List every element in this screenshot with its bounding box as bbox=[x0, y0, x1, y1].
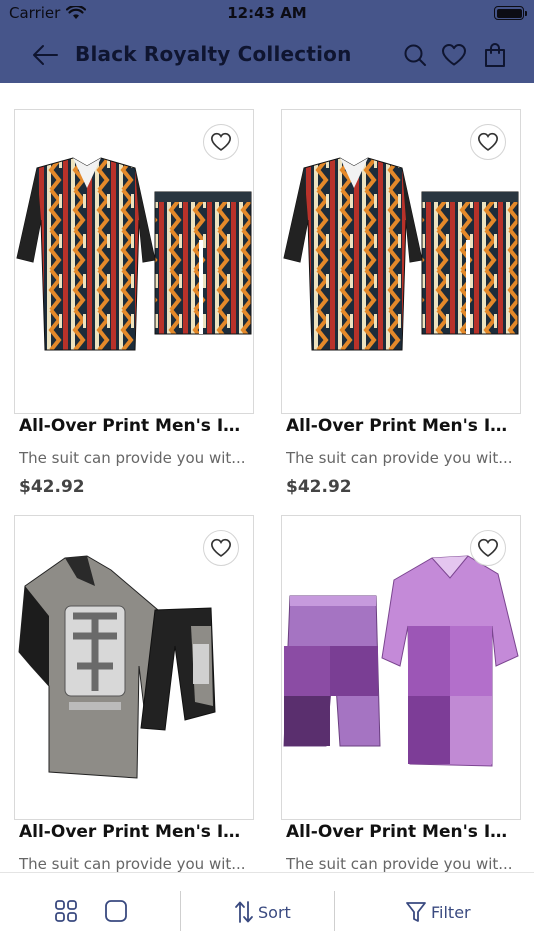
product-card[interactable]: All-Over Print Men's Imit... The suit ca… bbox=[281, 109, 521, 509]
heart-icon bbox=[477, 132, 499, 151]
sort-icon bbox=[235, 901, 253, 923]
product-image[interactable] bbox=[281, 515, 521, 820]
product-grid: All-Over Print Men's Imit... The suit ca… bbox=[0, 83, 534, 873]
search-button[interactable] bbox=[400, 40, 430, 70]
shopping-bag-icon bbox=[485, 43, 505, 67]
filter-icon bbox=[406, 902, 426, 922]
filter-button[interactable]: Filter bbox=[405, 897, 471, 927]
favorite-button[interactable] bbox=[203, 124, 239, 160]
product-description: The suit can provide you wit... bbox=[19, 449, 246, 467]
nav-bar: Black Royalty Collection bbox=[0, 30, 534, 80]
heart-icon bbox=[477, 538, 499, 557]
product-name[interactable]: All-Over Print Men's Imit... bbox=[286, 822, 518, 842]
heart-icon bbox=[210, 132, 232, 151]
sort-button[interactable]: Sort bbox=[234, 897, 291, 927]
product-card[interactable]: All-Over Print Men's Imit... The suit ca… bbox=[14, 109, 254, 509]
grid-view-icon bbox=[55, 900, 77, 922]
single-view-icon bbox=[105, 900, 127, 922]
sort-label: Sort bbox=[258, 902, 291, 922]
bottom-toolbar: Sort Filter bbox=[0, 872, 534, 950]
toolbar-divider bbox=[180, 891, 181, 931]
product-name[interactable]: All-Over Print Men's Imit... bbox=[19, 822, 251, 842]
search-icon bbox=[404, 44, 426, 66]
heart-icon bbox=[210, 538, 232, 557]
back-arrow-icon bbox=[33, 45, 58, 65]
product-image[interactable] bbox=[281, 109, 521, 414]
filter-label: Filter bbox=[431, 902, 471, 922]
product-card[interactable]: All-Over Print Men's Imit... The suit ca… bbox=[14, 515, 254, 873]
status-bar: Carrier 12:43 AM bbox=[0, 0, 534, 28]
product-description: The suit can provide you wit... bbox=[286, 449, 513, 467]
product-card[interactable]: All-Over Print Men's Imit... The suit ca… bbox=[281, 515, 521, 873]
cart-button[interactable] bbox=[480, 40, 510, 70]
favorite-button[interactable] bbox=[470, 124, 506, 160]
product-description: The suit can provide you wit... bbox=[19, 855, 246, 873]
grid-view-button[interactable] bbox=[52, 897, 80, 925]
product-image[interactable] bbox=[14, 515, 254, 820]
single-view-button[interactable] bbox=[102, 897, 130, 925]
heart-icon bbox=[442, 44, 466, 66]
page-title: Black Royalty Collection bbox=[75, 42, 352, 66]
favorite-button[interactable] bbox=[470, 530, 506, 566]
product-name[interactable]: All-Over Print Men's Imit... bbox=[286, 416, 518, 436]
wishlist-button[interactable] bbox=[439, 40, 469, 70]
product-image[interactable] bbox=[14, 109, 254, 414]
product-price: $42.92 bbox=[286, 477, 352, 497]
status-time: 12:43 AM bbox=[227, 4, 307, 22]
battery-icon bbox=[494, 6, 527, 20]
product-name[interactable]: All-Over Print Men's Imit... bbox=[19, 416, 251, 436]
back-button[interactable] bbox=[28, 40, 62, 70]
favorite-button[interactable] bbox=[203, 530, 239, 566]
toolbar-divider bbox=[334, 891, 335, 931]
app-header: Carrier 12:43 AM Black Royalty Collectio… bbox=[0, 0, 534, 83]
product-price: $42.92 bbox=[19, 477, 85, 497]
product-description: The suit can provide you wit... bbox=[286, 855, 513, 873]
